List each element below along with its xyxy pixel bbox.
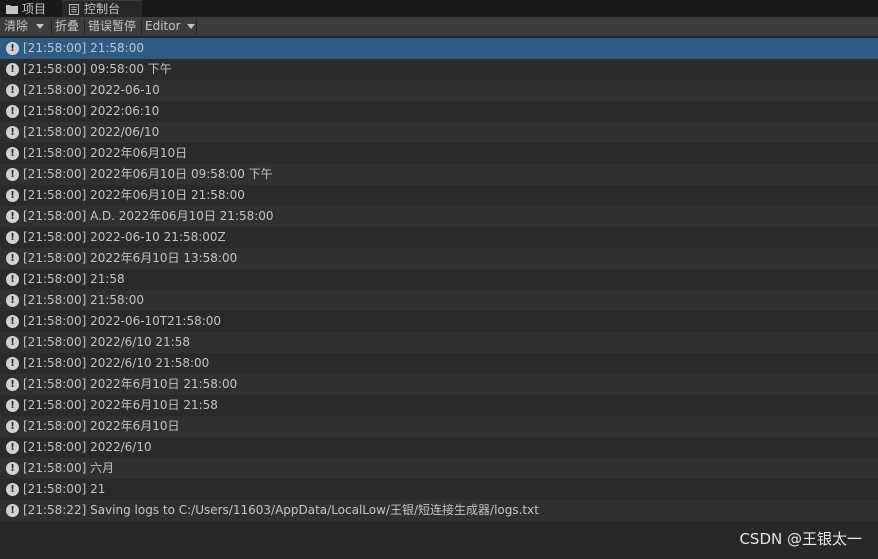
toolbar-divider [196,19,197,34]
log-message: [21:58:00] 21 [23,482,106,496]
log-entry[interactable]: ! [21:58:00] 2022年6月10日 21:58:00 [0,374,878,395]
tab-console[interactable]: 控制台 [62,0,142,17]
info-icon: ! [6,378,19,391]
log-message: [21:58:00] 2022:06:10 [23,104,160,118]
info-icon: ! [6,42,19,55]
log-entry[interactable]: ! [21:58:00] 2022年06月10日 21:58:00 [0,185,878,206]
log-message: [21:58:00] 2022年6月10日 13:58:00 [23,251,238,265]
info-icon: ! [6,126,19,139]
log-entry[interactable]: ! [21:58:00] 2022年06月10日 [0,143,878,164]
log-message: [21:58:00] 2022年06月10日 [23,146,188,160]
log-message: [21:58:00] A.D. 2022年06月10日 21:58:00 [23,209,274,223]
window-tab-bar: 项目 控制台 [0,0,878,17]
console-icon [68,3,80,15]
info-icon: ! [6,504,19,517]
info-icon: ! [6,294,19,307]
log-message: [21:58:00] 2022-06-10T21:58:00 [23,314,222,328]
info-icon: ! [6,357,19,370]
log-message: [21:58:00] 2022/6/10 21:58 [23,335,190,349]
log-entry[interactable]: ! [21:58:00] 2022/06/10 [0,122,878,143]
log-message: [21:58:00] 2022/6/10 21:58:00 [23,356,210,370]
log-message: [21:58:00] 六月 [23,461,115,475]
tab-project-label: 项目 [22,1,47,16]
info-icon: ! [6,441,19,454]
info-icon: ! [6,147,19,160]
info-icon: ! [6,84,19,97]
info-icon: ! [6,483,19,496]
console-toolbar: 清除 折叠 错误暂停 Editor [0,17,878,37]
tab-project[interactable]: 项目 [0,0,62,17]
log-entry[interactable]: ! [21:58:22] Saving logs to C:/Users/1160… [0,500,878,521]
log-entry[interactable]: ! [21:58:00] 2022-06-10 [0,80,878,101]
error-pause-toggle[interactable]: 错误暂停 [85,17,139,36]
log-message: [21:58:00] 2022-06-10 21:58:00Z [23,230,226,244]
log-entry[interactable]: ! [21:58:00] 2022/6/10 [0,437,878,458]
clear-button[interactable]: 清除 [1,17,31,36]
error-pause-toggle-label: 错误暂停 [88,19,137,33]
log-entry[interactable]: ! [21:58:00] 09:58:00 下午 [0,59,878,80]
info-icon: ! [6,336,19,349]
chevron-down-icon [187,24,196,29]
log-entry[interactable]: ! [21:58:00] 2022/6/10 21:58 [0,332,878,353]
log-entry[interactable]: ! [21:58:00] A.D. 2022年06月10日 21:58:00 [0,206,878,227]
chevron-down-icon [36,24,44,29]
info-icon: ! [6,63,19,76]
info-icon: ! [6,273,19,286]
log-message: [21:58:00] 2022年6月10日 21:58 [23,398,218,412]
collapse-toggle[interactable]: 折叠 [52,17,82,36]
info-icon: ! [6,399,19,412]
log-entry[interactable]: ! [21:58:00] 2022:06:10 [0,101,878,122]
clear-options-dropdown[interactable] [32,17,50,36]
info-icon: ! [6,189,19,202]
log-message: [21:58:22] Saving logs to C:/Users/11603… [23,503,539,517]
editor-target-label: Editor [145,19,181,33]
info-icon: ! [6,105,19,118]
log-entry[interactable]: ! [21:58:00] 2022年06月10日 09:58:00 下午 [0,164,878,185]
log-message: [21:58:00] 2022年6月10日 21:58:00 [23,377,238,391]
log-message: [21:58:00] 2022年06月10日 21:58:00 [23,188,245,202]
info-icon: ! [6,420,19,433]
log-entry[interactable]: ! [21:58:00] 2022/6/10 21:58:00 [0,353,878,374]
log-message: [21:58:00] 2022/6/10 [23,440,152,454]
log-message: [21:58:00] 21:58 [23,272,125,286]
info-icon: ! [6,231,19,244]
log-entry[interactable]: ! [21:58:00] 2022年6月10日 [0,416,878,437]
log-entry[interactable]: ! [21:58:00] 21 [0,479,878,500]
log-message: [21:58:00] 2022年06月10日 09:58:00 下午 [23,167,273,181]
log-entry[interactable]: ! [21:58:00] 2022-06-10 21:58:00Z [0,227,878,248]
log-entry[interactable]: ! [21:58:00] 2022年6月10日 21:58 [0,395,878,416]
tab-console-label: 控制台 [84,2,121,16]
info-icon: ! [6,252,19,265]
log-message: [21:58:00] 21:58:00 [23,41,144,55]
info-icon: ! [6,462,19,475]
log-entry[interactable]: ! [21:58:00] 2022-06-10T21:58:00 [0,311,878,332]
log-message: [21:58:00] 21:58:00 [23,293,144,307]
info-icon: ! [6,168,19,181]
folder-icon [6,4,18,14]
collapse-toggle-label: 折叠 [55,19,80,33]
log-message: [21:58:00] 2022/06/10 [23,125,160,139]
log-entry[interactable]: ! [21:58:00] 21:58:00 [0,290,878,311]
clear-button-label: 清除 [4,19,29,33]
log-message: [21:58:00] 2022-06-10 [23,83,160,97]
log-message: [21:58:00] 09:58:00 下午 [23,62,172,76]
watermark: CSDN @王银太一 [739,530,862,548]
log-entry[interactable]: ! [21:58:00] 21:58 [0,269,878,290]
console-log-list[interactable]: ! [21:58:00] 21:58:00! [21:58:00] 09:58:00… [0,38,878,521]
info-icon: ! [6,315,19,328]
log-entry[interactable]: ! [21:58:00] 六月 [0,458,878,479]
log-entry[interactable]: ! [21:58:00] 21:58:00 [0,38,878,59]
editor-target-dropdown[interactable]: Editor [142,17,198,36]
info-icon: ! [6,210,19,223]
log-message: [21:58:00] 2022年6月10日 [23,419,180,433]
log-entry[interactable]: ! [21:58:00] 2022年6月10日 13:58:00 [0,248,878,269]
